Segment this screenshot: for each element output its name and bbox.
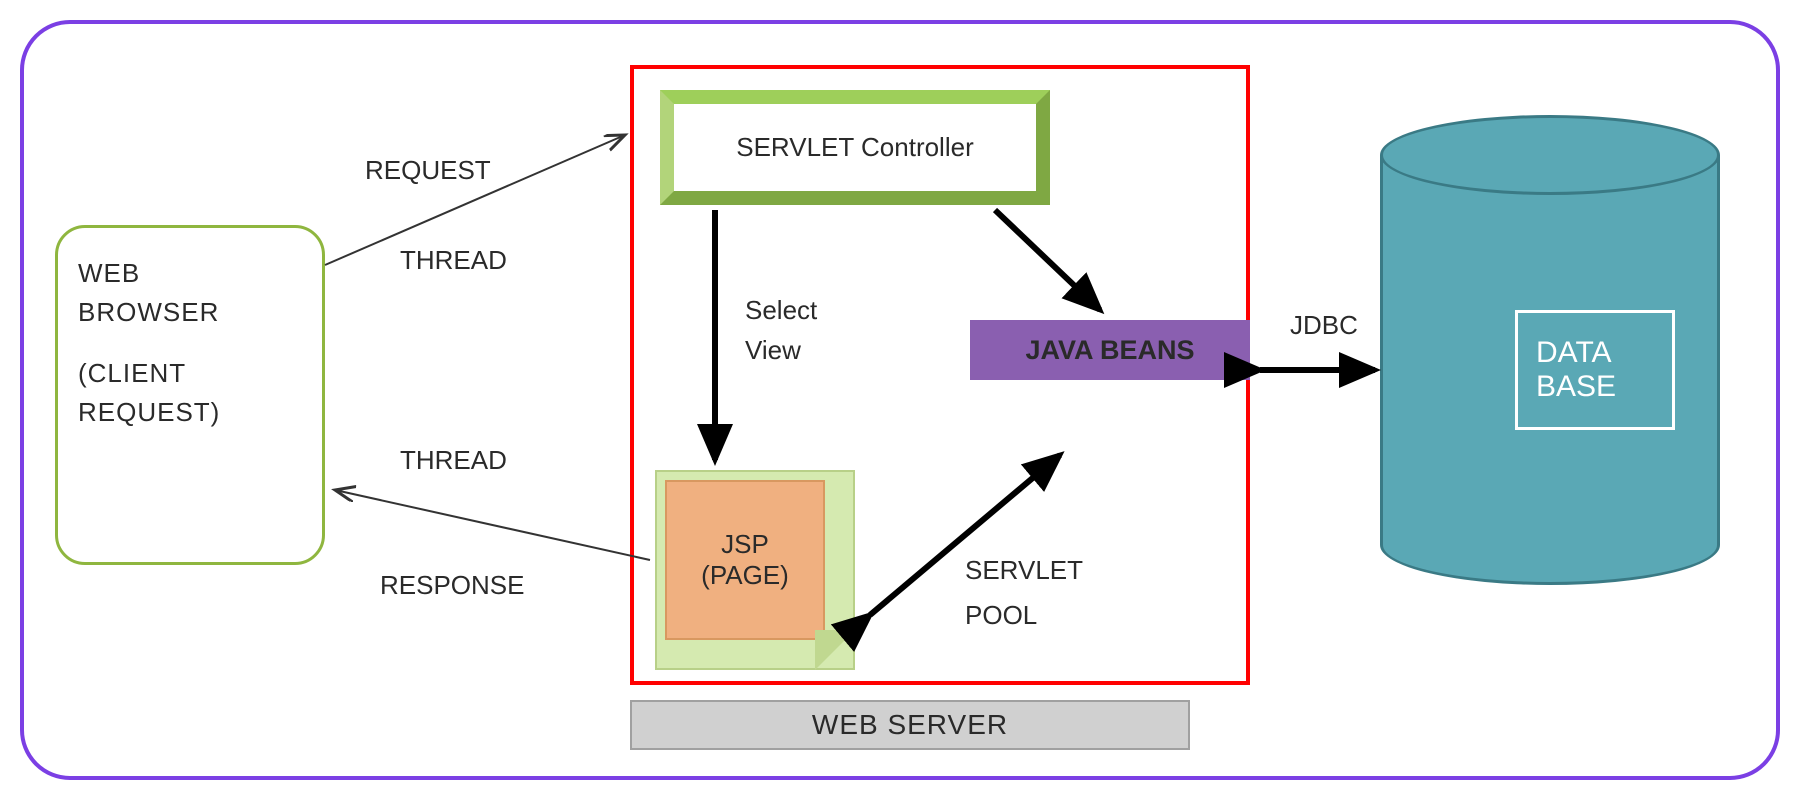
- browser-text-line4: REQUEST): [78, 397, 302, 428]
- response-label: RESPONSE: [380, 570, 525, 601]
- select-view-label-1: Select: [745, 295, 817, 326]
- jsp-label-2: (PAGE): [701, 560, 789, 591]
- request-label: REQUEST: [365, 155, 491, 186]
- servlet-pool-label-1: SERVLET: [965, 555, 1083, 586]
- database-top: [1380, 115, 1720, 195]
- browser-text-line3: (CLIENT: [78, 358, 302, 389]
- database-label-1: DATA: [1536, 336, 1612, 370]
- web-server-label-box: WEB SERVER: [630, 700, 1190, 750]
- browser-text-line1: WEB: [78, 258, 302, 289]
- database-label-2: BASE: [1536, 370, 1616, 404]
- servlet-pool-label-2: POOL: [965, 600, 1037, 631]
- jsp-page-fold: [815, 630, 855, 670]
- web-browser-box: WEB BROWSER (CLIENT REQUEST): [55, 225, 325, 565]
- browser-text-line2: BROWSER: [78, 297, 302, 328]
- thread-label-1: THREAD: [400, 245, 507, 276]
- servlet-controller-label: SERVLET Controller: [736, 132, 973, 163]
- jsp-label-1: JSP: [721, 529, 769, 560]
- database-label-box: DATA BASE: [1515, 310, 1675, 430]
- servlet-controller-box: SERVLET Controller: [660, 90, 1050, 205]
- java-beans-label: JAVA BEANS: [1025, 335, 1194, 366]
- web-server-label: WEB SERVER: [812, 709, 1008, 741]
- jdbc-label: JDBC: [1290, 310, 1358, 341]
- java-beans-box: JAVA BEANS: [970, 320, 1250, 380]
- jsp-page-box: JSP (PAGE): [665, 480, 825, 640]
- select-view-label-2: View: [745, 335, 801, 366]
- thread-label-2: THREAD: [400, 445, 507, 476]
